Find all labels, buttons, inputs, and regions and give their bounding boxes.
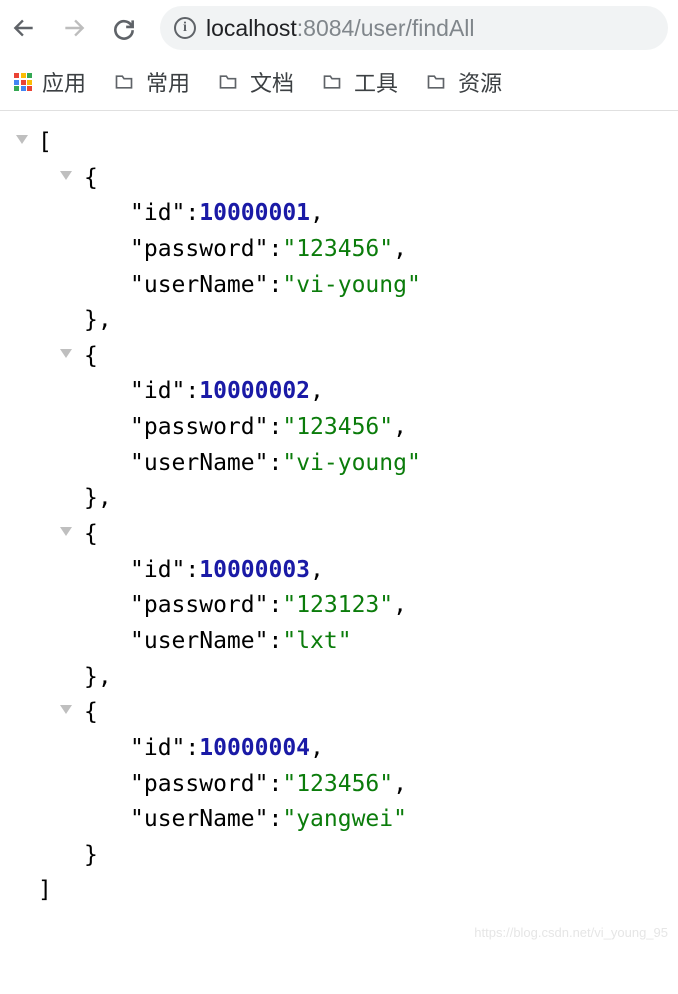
json-property: "password": "123456", [130,767,668,803]
json-viewer: [ { "id": 10000001, "password": "123456"… [0,111,678,949]
apps-shortcut[interactable]: 应用 [14,66,86,98]
url-text: localhost:8084/user/findAll [206,15,475,42]
folder-icon [112,72,136,92]
json-object: { "id": 10000003, "password": "123123", … [38,517,668,695]
json-object: { "id": 10000002, "password": "123456", … [38,339,668,517]
json-property: "userName": "vi-young" [130,268,668,304]
toggle-icon[interactable] [60,349,72,358]
json-property: "id": 10000004, [130,731,668,767]
bookmark-label: 工具 [354,66,398,98]
folder-icon [216,72,240,92]
json-property: "userName": "yangwei" [130,802,668,838]
toggle-icon[interactable] [60,705,72,714]
back-button[interactable] [10,14,38,42]
json-property: "password": "123456", [130,410,668,446]
brace-close: }, [84,485,112,511]
bookmark-folder[interactable]: 资源 [424,66,502,98]
apps-label: 应用 [42,66,86,98]
watermark: https://blog.csdn.net/vi_young_95 [474,923,668,943]
address-bar[interactable]: i localhost:8084/user/findAll [160,6,668,50]
url-port: :8084 [297,15,355,41]
bookmark-folder[interactable]: 常用 [112,66,190,98]
brace-open: { [84,699,98,725]
reload-button[interactable] [110,14,138,42]
info-icon[interactable]: i [174,17,196,39]
url-path: /user/findAll [354,15,474,41]
json-property: "password": "123123", [130,588,668,624]
forward-button[interactable] [60,14,88,42]
json-property: "userName": "lxt" [130,624,668,660]
json-object: { "id": 10000001, "password": "123456", … [38,161,668,339]
brace-close: }, [84,664,112,690]
bookmark-label: 资源 [458,66,502,98]
json-property: "password": "123456", [130,232,668,268]
bookmark-folder[interactable]: 文档 [216,66,294,98]
json-property: "userName": "vi-young" [130,446,668,482]
folder-icon [424,72,448,92]
browser-toolbar: i localhost:8084/user/findAll [0,0,678,56]
bookmark-folder[interactable]: 工具 [320,66,398,98]
toggle-icon[interactable] [16,135,28,144]
toggle-icon[interactable] [60,527,72,536]
apps-icon [14,73,32,91]
json-property: "id": 10000002, [130,374,668,410]
brace-open: { [84,521,98,547]
json-property: "id": 10000003, [130,553,668,589]
bookmark-label: 文档 [250,66,294,98]
url-host: localhost [206,15,297,41]
bookmark-label: 常用 [146,66,190,98]
json-property: "id": 10000001, [130,196,668,232]
folder-icon [320,72,344,92]
brace-close: } [84,842,98,868]
json-object: { "id": 10000004, "password": "123456", … [38,695,668,873]
toggle-icon[interactable] [60,171,72,180]
brace-open: { [84,343,98,369]
bookmarks-bar: 应用 常用 文档 工具 资源 [0,56,678,111]
brace-open: { [84,165,98,191]
bracket-close: ] [38,877,52,903]
brace-close: }, [84,307,112,333]
bracket-open: [ [38,129,52,155]
